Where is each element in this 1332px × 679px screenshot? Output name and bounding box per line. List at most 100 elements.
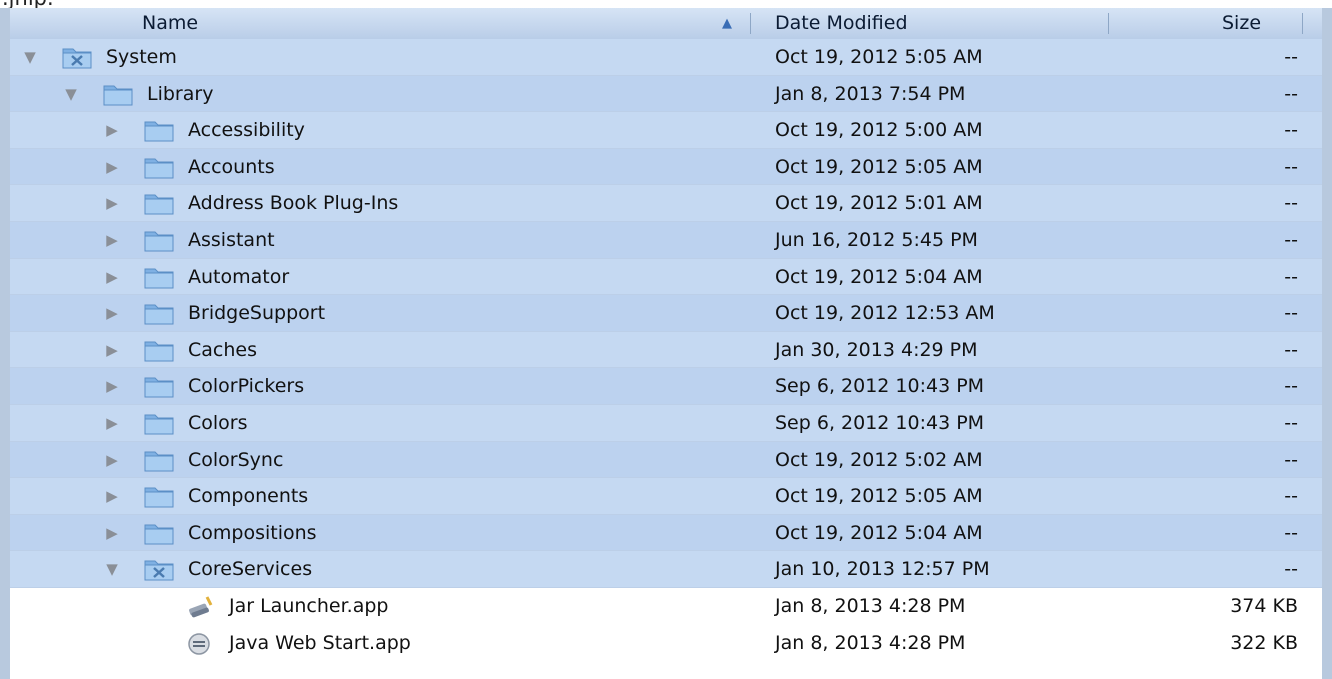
file-row[interactable]: Java Web Start.app Jan 8, 2013 4:28 PM 322…: [10, 624, 1322, 662]
file-row[interactable]: ▼ System Oct 19, 2012 5:05 AM --: [10, 39, 1322, 76]
disclosure-collapsed-icon[interactable]: ▶: [104, 478, 120, 514]
file-name: System: [106, 46, 177, 68]
file-row[interactable]: ▼ CoreServices Jan 10, 2013 12:57 PM --: [10, 551, 1322, 588]
file-row[interactable]: ▶ Assistant Jun 16, 2012 5:45 PM --: [10, 221, 1322, 259]
date-modified: Oct 19, 2012 5:04 AM: [775, 265, 983, 288]
file-size: --: [1284, 119, 1298, 142]
date-modified: Oct 19, 2012 5:05 AM: [775, 155, 983, 178]
folder-icon: [144, 301, 174, 325]
file-list: ▼ System Oct 19, 2012 5:05 AM -- ▼ Library Jan…: [10, 39, 1322, 662]
date-modified: Jan 30, 2013 4:29 PM: [775, 338, 978, 361]
file-row[interactable]: ▶ BridgeSupport Oct 19, 2012 12:53 AM --: [10, 295, 1322, 332]
folder-icon: [144, 374, 174, 398]
column-header: Name ▲ Date Modified Size: [10, 8, 1322, 40]
file-size: --: [1284, 558, 1298, 581]
file-name: Components: [188, 485, 309, 508]
file-size: --: [1284, 448, 1298, 471]
disclosure-expanded-icon[interactable]: ▼: [104, 551, 120, 587]
disclosure-collapsed-icon[interactable]: ▶: [104, 515, 120, 551]
disclosure-expanded-icon[interactable]: ▼: [63, 76, 79, 112]
finder-list-view: Name ▲ Date Modified Size ▼ System Oct 19,…: [0, 8, 1332, 679]
file-row[interactable]: ▶ Components Oct 19, 2012 5:05 AM --: [10, 478, 1322, 515]
disclosure-collapsed-icon[interactable]: ▶: [104, 112, 120, 148]
column-divider[interactable]: [750, 13, 751, 34]
disclosure-collapsed-icon[interactable]: ▶: [104, 405, 120, 441]
date-modified: Jan 10, 2013 12:57 PM: [775, 558, 990, 581]
file-size: --: [1284, 338, 1298, 361]
file-size: --: [1284, 411, 1298, 434]
system-folder-icon: [144, 557, 174, 581]
folder-icon: [144, 521, 174, 545]
date-modified: Sep 6, 2012 10:43 PM: [775, 375, 985, 398]
system-folder-icon: [62, 45, 92, 69]
disclosure-expanded-icon[interactable]: ▼: [22, 39, 38, 75]
folder-icon: [144, 228, 174, 252]
folder-icon: [144, 338, 174, 362]
file-name: Automator: [188, 265, 290, 288]
date-modified: Jun 16, 2012 5:45 PM: [775, 228, 978, 251]
folder-icon: [144, 265, 174, 289]
column-header-size[interactable]: Size: [1222, 8, 1261, 39]
disclosure-collapsed-icon[interactable]: ▶: [104, 149, 120, 185]
disclosure-collapsed-icon[interactable]: ▶: [104, 295, 120, 331]
file-row[interactable]: ▼ Library Jan 8, 2013 7:54 PM --: [10, 75, 1322, 113]
file-row[interactable]: Jar Launcher.app Jan 8, 2013 4:28 PM 374 K…: [10, 587, 1322, 625]
disclosure-collapsed-icon[interactable]: ▶: [104, 332, 120, 368]
date-modified: Oct 19, 2012 5:02 AM: [775, 448, 983, 471]
file-name: Address Book Plug-Ins: [188, 192, 399, 215]
disclosure-collapsed-icon[interactable]: ▶: [104, 222, 120, 258]
file-row[interactable]: ▶ Accessibility Oct 19, 2012 5:00 AM --: [10, 112, 1322, 149]
date-modified: Jan 8, 2013 7:54 PM: [775, 82, 966, 105]
file-row[interactable]: ▶ Address Book Plug-Ins Oct 19, 2012 5:01 …: [10, 185, 1322, 222]
file-name: Accessibility: [188, 119, 305, 142]
file-name: Jar Launcher.app: [229, 594, 389, 617]
jar-launcher-icon: [185, 594, 215, 618]
folder-icon: [103, 82, 133, 106]
date-modified: Oct 19, 2012 5:01 AM: [775, 192, 983, 215]
date-modified: Oct 19, 2012 5:04 AM: [775, 521, 983, 544]
disclosure-collapsed-icon[interactable]: ▶: [104, 442, 120, 478]
disclosure-collapsed-icon[interactable]: ▶: [104, 259, 120, 295]
folder-icon: [144, 484, 174, 508]
date-modified: Jan 8, 2013 4:28 PM: [775, 594, 966, 617]
column-header-name[interactable]: Name: [142, 8, 198, 39]
folder-icon: [144, 155, 174, 179]
file-row[interactable]: ▶ ColorSync Oct 19, 2012 5:02 AM --: [10, 441, 1322, 479]
file-size: --: [1284, 228, 1298, 251]
disclosure-collapsed-icon[interactable]: ▶: [104, 185, 120, 221]
file-size: --: [1284, 302, 1298, 325]
folder-icon: [144, 448, 174, 472]
file-row[interactable]: ▶ Accounts Oct 19, 2012 5:05 AM --: [10, 148, 1322, 186]
right-frame: [1322, 8, 1332, 679]
file-row[interactable]: ▶ Compositions Oct 19, 2012 5:04 AM --: [10, 514, 1322, 552]
file-size: --: [1284, 192, 1298, 215]
date-modified: Oct 19, 2012 5:05 AM: [775, 46, 983, 68]
column-header-date-modified[interactable]: Date Modified: [775, 8, 908, 39]
date-modified: Oct 19, 2012 5:05 AM: [775, 485, 983, 508]
file-size: 322 KB: [1230, 631, 1298, 654]
file-name: Java Web Start.app: [229, 631, 411, 654]
file-size: --: [1284, 82, 1298, 105]
folder-icon: [144, 191, 174, 215]
file-size: --: [1284, 46, 1298, 68]
file-size: --: [1284, 375, 1298, 398]
date-modified: Sep 6, 2012 10:43 PM: [775, 411, 985, 434]
file-name: Compositions: [188, 521, 317, 544]
file-name: Library: [147, 82, 214, 105]
file-row[interactable]: ▶ Colors Sep 6, 2012 10:43 PM --: [10, 404, 1322, 442]
file-size: --: [1284, 521, 1298, 544]
file-row[interactable]: ▶ ColorPickers Sep 6, 2012 10:43 PM --: [10, 368, 1322, 405]
column-divider[interactable]: [1302, 13, 1303, 34]
left-frame: [0, 8, 10, 679]
column-divider[interactable]: [1108, 13, 1109, 34]
date-modified: Oct 19, 2012 5:00 AM: [775, 119, 983, 142]
file-name: Accounts: [188, 155, 275, 178]
java-web-start-icon: [185, 631, 215, 655]
sort-ascending-icon: ▲: [722, 16, 732, 31]
file-name: ColorPickers: [188, 375, 305, 398]
disclosure-collapsed-icon[interactable]: ▶: [104, 368, 120, 404]
file-row[interactable]: ▶ Caches Jan 30, 2013 4:29 PM --: [10, 331, 1322, 369]
file-row[interactable]: ▶ Automator Oct 19, 2012 5:04 AM --: [10, 258, 1322, 296]
file-name: Caches: [188, 338, 257, 361]
folder-icon: [144, 118, 174, 142]
